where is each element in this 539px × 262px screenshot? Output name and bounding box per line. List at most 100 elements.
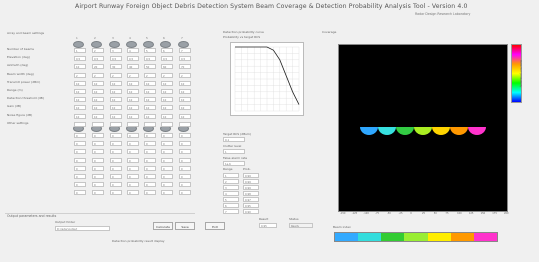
parameter-input[interactable]: 10 — [179, 97, 191, 103]
parameter-input[interactable]: 0 — [110, 174, 122, 179]
beam-toggle-knob[interactable] — [73, 41, 84, 48]
parameter-input[interactable]: 10 — [161, 80, 173, 86]
parameter-input[interactable]: 2 — [127, 72, 139, 78]
parameter-input[interactable] — [92, 121, 104, 127]
parameter-input[interactable]: 10 — [161, 113, 173, 119]
parameter-input[interactable]: 30 — [110, 64, 122, 70]
parameter-input[interactable]: 0 — [161, 182, 173, 188]
parameter-input[interactable]: 0 — [92, 190, 104, 196]
parameter-input[interactable]: 10 — [161, 89, 173, 94]
parameter-input[interactable]: 0 — [127, 174, 139, 179]
parameter-input[interactable]: 0 — [144, 133, 156, 138]
beam-toggle-knob[interactable] — [126, 41, 137, 48]
parameter-input[interactable]: 0 — [144, 157, 156, 163]
parameter-input[interactable]: 0 — [74, 165, 86, 171]
parameter-input[interactable]: 0 — [144, 174, 156, 179]
parameter-input[interactable]: 3 — [110, 48, 122, 53]
parameter-input[interactable]: 0 — [161, 174, 173, 179]
parameter-input[interactable]: 0 — [74, 174, 86, 179]
parameter-input[interactable]: 0 — [144, 141, 156, 147]
parameter-input[interactable]: 0 — [144, 190, 156, 196]
middle-field-input[interactable]: 0.1 — [223, 137, 245, 142]
save-button[interactable]: Save — [175, 222, 195, 230]
parameter-input[interactable]: 2 — [92, 48, 104, 53]
parameter-input[interactable]: 0.5 — [161, 56, 173, 62]
parameter-input[interactable]: 10 — [127, 113, 139, 119]
parameter-input[interactable] — [144, 121, 156, 127]
parameter-input[interactable]: 0 — [127, 149, 139, 155]
parameter-input[interactable]: 0 — [74, 149, 86, 155]
beam-toggle-knob[interactable] — [178, 41, 189, 48]
parameter-input[interactable]: 50 — [144, 64, 156, 70]
parameter-input[interactable]: 10 — [144, 113, 156, 119]
parameter-input[interactable] — [179, 121, 191, 127]
parameter-input[interactable]: 10 — [110, 97, 122, 103]
beam-toggle-knob[interactable] — [160, 41, 171, 48]
parameter-input[interactable]: 10 — [74, 105, 86, 111]
parameter-input[interactable]: 0 — [161, 141, 173, 147]
parameter-input[interactable]: 0.5 — [179, 56, 191, 62]
parameter-input[interactable]: 0 — [92, 174, 104, 179]
parameter-input[interactable]: 0 — [110, 149, 122, 155]
parameter-input[interactable] — [74, 121, 86, 127]
parameter-input[interactable]: 2 — [110, 72, 122, 78]
parameter-input[interactable]: 5 — [144, 48, 156, 53]
parameter-input[interactable]: 0 — [127, 182, 139, 188]
middle-field-input[interactable]: 1 — [223, 149, 245, 154]
parameter-input[interactable]: 60 — [161, 64, 173, 70]
parameter-input[interactable]: 10 — [74, 80, 86, 86]
parameter-input[interactable]: 0.5 — [127, 56, 139, 62]
parameter-input[interactable]: 0 — [161, 190, 173, 196]
parameter-input[interactable]: 0 — [74, 182, 86, 188]
parameter-input[interactable]: 0 — [144, 182, 156, 188]
parameter-input[interactable]: 10 — [92, 89, 104, 94]
parameter-input[interactable]: 0 — [161, 133, 173, 138]
output-folder-input[interactable]: D:\radar\output — [55, 226, 110, 231]
parameter-input[interactable] — [110, 121, 122, 127]
parameter-input[interactable]: 10 — [144, 105, 156, 111]
parameter-input[interactable]: 0 — [127, 157, 139, 163]
parameter-input[interactable]: 70 — [179, 64, 191, 70]
parameter-input[interactable]: 0 — [179, 182, 191, 188]
parameter-input[interactable]: 0.5 — [110, 56, 122, 62]
parameter-input[interactable]: 0 — [179, 133, 191, 138]
parameter-input[interactable]: 0 — [92, 141, 104, 147]
parameter-input[interactable]: 10 — [74, 113, 86, 119]
parameter-input[interactable]: 0 — [74, 133, 86, 138]
parameter-input[interactable]: 40 — [127, 64, 139, 70]
parameter-input[interactable]: 10 — [127, 89, 139, 94]
parameter-input[interactable]: 10 — [127, 97, 139, 103]
parameter-input[interactable]: 10 — [92, 113, 104, 119]
parameter-input[interactable]: 0 — [161, 149, 173, 155]
parameter-input[interactable]: 10 — [161, 97, 173, 103]
middle-field-input[interactable]: 1e-6 — [223, 161, 245, 166]
parameter-input[interactable]: 2 — [179, 72, 191, 78]
parameter-input[interactable]: 0 — [179, 149, 191, 155]
parameter-input[interactable]: 10 — [179, 89, 191, 94]
parameter-input[interactable]: 0 — [92, 149, 104, 155]
parameter-input[interactable]: 10 — [144, 80, 156, 86]
parameter-input[interactable]: 20 — [92, 64, 104, 70]
parameter-input[interactable]: 2 — [92, 72, 104, 78]
parameter-input[interactable]: 0 — [110, 165, 122, 171]
parameter-input[interactable]: 10 — [144, 97, 156, 103]
parameter-input[interactable]: 0 — [110, 141, 122, 147]
parameter-input[interactable]: 0 — [127, 165, 139, 171]
beam-toggle-knob[interactable] — [143, 41, 154, 48]
parameter-input[interactable]: 10 — [110, 113, 122, 119]
parameter-input[interactable]: 0 — [179, 190, 191, 196]
parameter-input[interactable]: 10 — [74, 64, 86, 70]
parameter-input[interactable]: 0 — [127, 133, 139, 138]
parameter-input[interactable]: 0 — [161, 157, 173, 163]
parameter-input[interactable]: 0 — [92, 133, 104, 138]
parameter-input[interactable]: 0 — [92, 157, 104, 163]
parameter-input[interactable]: 7 — [179, 48, 191, 53]
beam-toggle-knob[interactable] — [109, 41, 120, 48]
parameter-input[interactable]: 10 — [127, 105, 139, 111]
parameter-input[interactable]: 10 — [92, 80, 104, 86]
parameter-input[interactable]: 0 — [179, 165, 191, 171]
parameter-input[interactable]: 0 — [92, 165, 104, 171]
parameter-input[interactable]: 10 — [92, 97, 104, 103]
parameter-input[interactable]: 0 — [179, 141, 191, 147]
parameter-input[interactable]: 0 — [74, 141, 86, 147]
